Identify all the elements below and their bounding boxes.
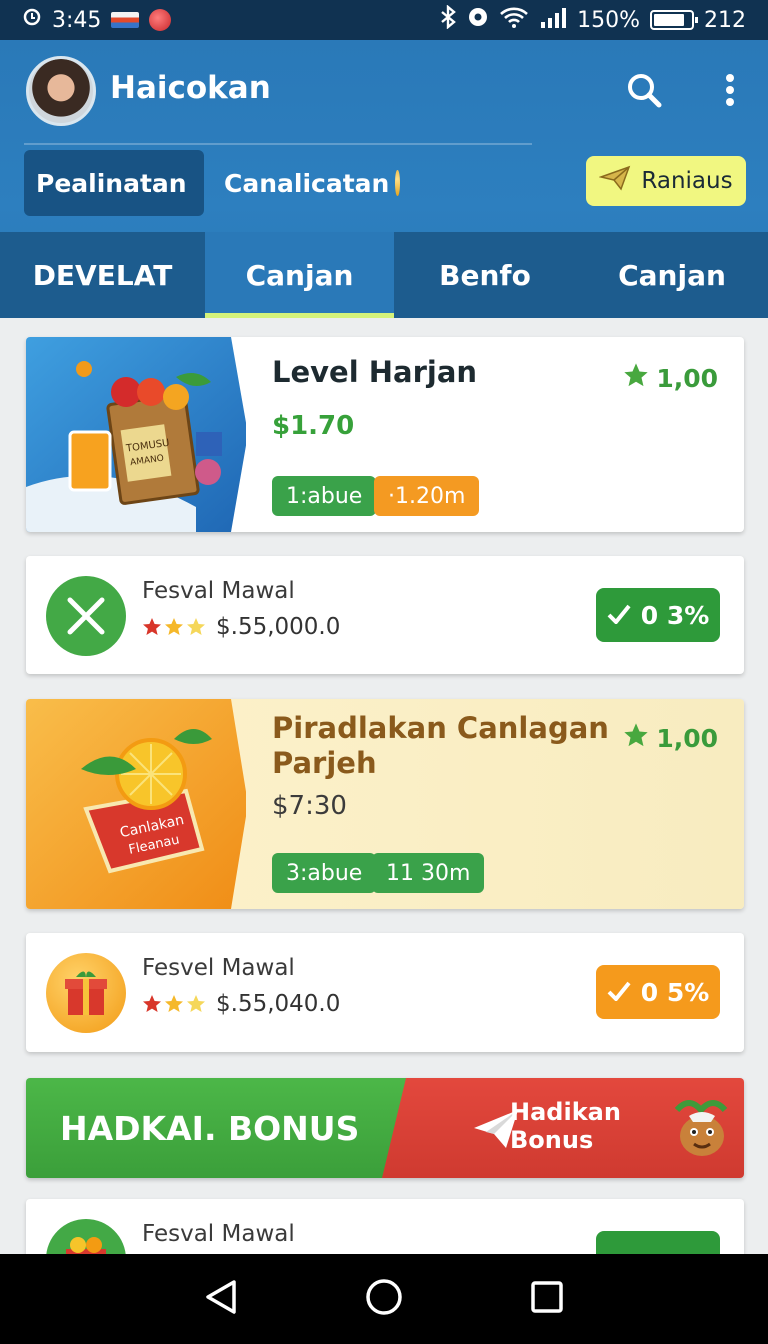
list-item[interactable]: Fesval Mawal $.55,000.0 0 3% [26, 556, 744, 674]
coin-icon [395, 170, 400, 196]
list-title: Fesval Mawal [142, 1221, 295, 1247]
featured-title-line1: Piradlakan Canlagan [272, 711, 609, 745]
back-icon[interactable] [204, 1279, 238, 1319]
tab-develat[interactable]: DEVELAT [0, 232, 205, 318]
recents-icon[interactable] [530, 1280, 564, 1318]
list-amount: $.55,000.0 [216, 614, 341, 640]
apple-icon [149, 9, 172, 31]
chip-green: 11 30m [372, 853, 485, 893]
percent-value: 0 5% [640, 977, 710, 1007]
data-saver-icon [467, 6, 489, 34]
bonus-banner[interactable]: HADKAI. BONUS Hadikan Bonus [26, 1078, 744, 1178]
list-title: Fesval Mawal [142, 578, 295, 604]
fruit-box-image: Canlakan Fleanau [26, 699, 248, 909]
rating-value: 1,00 [656, 723, 718, 753]
chip-green: 1:abue [272, 476, 377, 516]
system-nav-bar [0, 1254, 768, 1344]
bonus-right-panel: Hadikan Bonus [382, 1078, 744, 1178]
raniaus-button[interactable]: Raniaus [586, 156, 746, 206]
username: Haicokan [110, 70, 271, 106]
featured-card[interactable]: Canlakan Fleanau Piradlakan Canlagan Par… [26, 699, 744, 909]
rating-value: 1,00 [656, 363, 718, 393]
featured-title: Level Harjan [272, 355, 478, 389]
list-subrow: $.55,040.0 [142, 991, 340, 1017]
stars-icon [142, 617, 208, 637]
wifi-icon [499, 6, 529, 34]
raniaus-label: Raniaus [641, 168, 733, 194]
fruit-crate-image: TOMUSU AMANO [26, 337, 248, 532]
battery-icon [650, 10, 698, 30]
bluetooth-icon [439, 4, 457, 35]
bonus-left-text: HADKAI. BONUS [26, 1078, 406, 1178]
percent-badge[interactable]: 0 5% [596, 965, 720, 1019]
tab-label: Benfo [439, 258, 531, 292]
header-divider [24, 143, 532, 145]
filter-canalicatan[interactable]: Canalicatan [212, 150, 412, 216]
bonus-label-line1: Hadikan [510, 1098, 621, 1126]
tab-canjan[interactable]: Canjan [205, 232, 394, 318]
chip-orange: ·1.20m [374, 476, 480, 516]
list-item[interactable]: Fesvel Mawal $.55,040.0 0 5% [26, 933, 744, 1052]
list-title: Fesvel Mawal [142, 955, 295, 981]
list-subrow: $.55,000.0 [142, 614, 340, 640]
check-icon [607, 601, 631, 630]
paper-plane-icon [598, 165, 631, 197]
tab-bar: DEVELAT Canjan Benfo Canjan [0, 232, 768, 318]
price: $7:30 [272, 791, 347, 821]
status-extra: 212 [704, 7, 746, 33]
rating: 1,00 [622, 721, 718, 755]
app-header: Haicokan Pealinatan Canalicatan Raniaus … [0, 40, 768, 318]
featured-title-line2: Parjeh [272, 746, 377, 780]
status-bar: 3:45 150% 212 [0, 0, 768, 40]
filter-pealinatan[interactable]: Pealinatan [24, 150, 204, 216]
featured-card[interactable]: TOMUSU AMANO Level Harjan 1,00 $1.70 1:a… [26, 337, 744, 532]
bonus-label: Hadikan Bonus [510, 1098, 621, 1154]
home-icon[interactable] [365, 1278, 403, 1320]
tab-label: Canjan [618, 258, 726, 292]
price: $1.70 [272, 411, 355, 441]
tab-label: Canjan [245, 258, 354, 292]
filter-label: Canalicatan [224, 168, 390, 198]
alarm-icon [22, 6, 42, 34]
star-icon [622, 361, 650, 395]
status-time: 3:45 [52, 7, 102, 33]
flag-icon [111, 12, 140, 28]
gift-box-icon [46, 953, 126, 1033]
chip-green: 3:abue [272, 853, 377, 893]
close-icon [46, 576, 126, 656]
more-vert-icon[interactable] [710, 70, 750, 110]
signal-icon [539, 6, 567, 34]
rating: 1,00 [622, 361, 718, 395]
filter-label: Pealinatan [36, 168, 187, 198]
check-icon [607, 978, 631, 1007]
featured-title: Piradlakan Canlagan Parjeh [272, 711, 609, 781]
tab-label: DEVELAT [32, 258, 173, 292]
percent-badge[interactable]: 0 3% [596, 588, 720, 642]
stars-icon [142, 994, 208, 1014]
tab-canjan-2[interactable]: Canjan [576, 232, 768, 318]
list-amount: $.55,040.0 [216, 991, 341, 1017]
bonus-label-line2: Bonus [510, 1126, 594, 1154]
search-icon[interactable] [624, 70, 664, 110]
mascot-icon [667, 1096, 737, 1166]
avatar[interactable] [26, 56, 96, 126]
tab-benfo[interactable]: Benfo [394, 232, 576, 318]
percent-value: 0 3% [640, 600, 710, 630]
star-icon [622, 721, 650, 755]
battery-percent: 150% [577, 7, 640, 33]
